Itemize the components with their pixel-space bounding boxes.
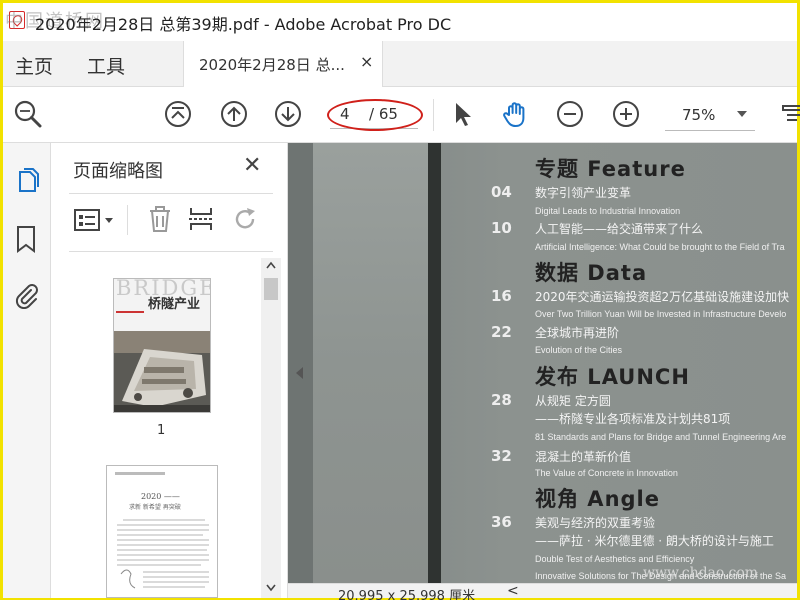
section-heading-launch: 发布 LAUNCH xyxy=(535,365,690,389)
zoom-search-icon[interactable] xyxy=(13,99,43,129)
item-title-continued: ——萨拉 · 米尔德里德 · 朗大桥的设计与施工 xyxy=(535,534,774,548)
section-heading-feature: 专题 Feature xyxy=(535,157,686,181)
item-subtitle: 81 Standards and Plans for Bridge and Tu… xyxy=(535,432,787,442)
panel-divider xyxy=(69,251,273,252)
attachment-paperclip-icon[interactable] xyxy=(13,281,39,309)
item-page-number: 04 xyxy=(491,183,512,201)
scroll-down-icon[interactable] xyxy=(265,583,277,593)
item-subtitle: Double Test of Aesthetics and Efficiency xyxy=(535,554,695,564)
hand-tool-icon[interactable] xyxy=(501,99,531,129)
item-title: 2020年交通运输投资超2万亿基础设施建设加快 xyxy=(535,290,790,304)
thumb2-text-block xyxy=(117,519,209,589)
section-heading-angle: 视角 Angle xyxy=(535,487,660,511)
insert-page-icon[interactable] xyxy=(187,205,215,233)
item-subtitle: Artificial Intelligence: What Could be b… xyxy=(535,242,785,252)
text-line xyxy=(115,472,165,475)
panel-title: 页面缩略图 xyxy=(73,161,163,182)
tab-document[interactable]: 2020年2月28日 总... × xyxy=(183,41,383,87)
cover-title: 桥隧产业 xyxy=(148,297,201,312)
page-thumbnail-1[interactable]: BRIDGE 桥隧产业 xyxy=(113,278,211,413)
zoom-out-icon[interactable] xyxy=(555,99,585,129)
zoom-level[interactable]: 75% xyxy=(682,106,715,124)
item-title: 人工智能——给交通带来了什么 xyxy=(535,222,704,236)
page-display-icon[interactable] xyxy=(779,99,800,129)
site-watermark-url: www.chdao.com xyxy=(643,565,759,581)
item-page-number: 28 xyxy=(491,391,512,409)
item-page-number: 22 xyxy=(491,323,512,341)
toolbar-divider xyxy=(127,205,128,235)
options-menu-icon[interactable] xyxy=(73,207,115,233)
page-dark-band xyxy=(428,143,441,583)
toolbar: 4 / 65 75% xyxy=(3,87,800,143)
page-left-margin xyxy=(313,143,428,583)
window-title: 2020年2月28日 总第39期.pdf - Adobe Acrobat Pro… xyxy=(35,15,452,34)
cover-photo xyxy=(114,331,210,412)
item-page-number: 10 xyxy=(491,219,512,237)
toolbar-divider xyxy=(433,99,434,131)
tab-tools[interactable]: 工具 xyxy=(87,52,125,79)
item-subtitle: Digital Leads to Industrial Innovation xyxy=(535,206,681,216)
thumbnails-panel: 页面缩略图 ✕ BRIDGE 桥隧产业 1 2020 —— 求新 新希望 再突破 xyxy=(51,143,288,598)
scrollbar-thumb[interactable] xyxy=(264,278,278,300)
document-tab-label: 2020年2月28日 总... xyxy=(199,56,345,74)
thumbnails-scrollbar[interactable] xyxy=(261,258,281,598)
tab-home[interactable]: 主页 xyxy=(15,52,53,79)
annotation-highlight-ellipse xyxy=(327,99,423,131)
scroll-up-icon[interactable] xyxy=(265,260,277,270)
item-subtitle: Evolution of the Cities xyxy=(535,345,623,355)
item-page-number: 16 xyxy=(491,287,512,305)
scroll-left-arrow-icon[interactable]: < xyxy=(507,583,519,599)
next-page-icon[interactable] xyxy=(273,99,303,129)
item-title: 全球城市再进阶 xyxy=(535,326,620,340)
zoom-in-icon[interactable] xyxy=(611,99,641,129)
close-tab-button[interactable]: × xyxy=(360,52,373,71)
thumb2-heading: 2020 —— xyxy=(141,492,180,501)
thumbnail-label: 1 xyxy=(157,423,166,438)
thumb2-subheading: 求新 新希望 再突破 xyxy=(129,504,181,511)
title-bar: 中国道桥网 2020年2月28日 总第39期.pdf - Adobe Acrob… xyxy=(3,3,797,41)
collapse-panel-arrow-icon[interactable] xyxy=(296,367,303,379)
trash-icon[interactable] xyxy=(147,205,173,233)
chevron-down-icon[interactable] xyxy=(737,111,747,117)
select-cursor-icon[interactable] xyxy=(447,99,477,129)
cover-mark xyxy=(116,311,144,313)
section-heading-data: 数据 Data xyxy=(535,261,648,285)
page-thumbnails-icon[interactable] xyxy=(14,167,42,195)
item-page-number: 32 xyxy=(491,447,512,465)
document-view[interactable]: 专题 Feature 04 数字引领产业变革 Digital Leads to … xyxy=(288,143,797,583)
item-subtitle: Over Two Trillion Yuan Will be Invested … xyxy=(535,309,787,319)
pdf-page: 专题 Feature 04 数字引领产业变革 Digital Leads to … xyxy=(313,143,797,583)
item-subtitle: The Value of Concrete in Innovation xyxy=(535,468,678,478)
bookmark-icon[interactable] xyxy=(15,225,37,253)
panel-divider xyxy=(69,193,273,194)
item-page-number: 36 xyxy=(491,513,512,531)
item-title: 美观与经济的双重考验 xyxy=(535,516,656,530)
rotate-icon[interactable] xyxy=(231,205,259,233)
page-size-readout: 20.995 x 25.998 厘米 xyxy=(338,589,476,600)
tab-bar: 主页 工具 2020年2月28日 总... × xyxy=(3,41,797,87)
item-title: 数字引领产业变革 xyxy=(535,186,632,200)
first-page-icon[interactable] xyxy=(163,99,193,129)
previous-page-icon[interactable] xyxy=(219,99,249,129)
item-title-continued: ——桥隧专业各项标准及计划共81项 xyxy=(535,412,731,426)
close-panel-button[interactable]: ✕ xyxy=(243,153,261,178)
navigation-rail xyxy=(3,143,51,598)
item-title: 从规矩 定方圆 xyxy=(535,394,611,408)
item-title: 混凝土的革新价值 xyxy=(535,450,632,464)
page-thumbnail-2[interactable]: 2020 —— 求新 新希望 再突破 xyxy=(106,465,218,598)
